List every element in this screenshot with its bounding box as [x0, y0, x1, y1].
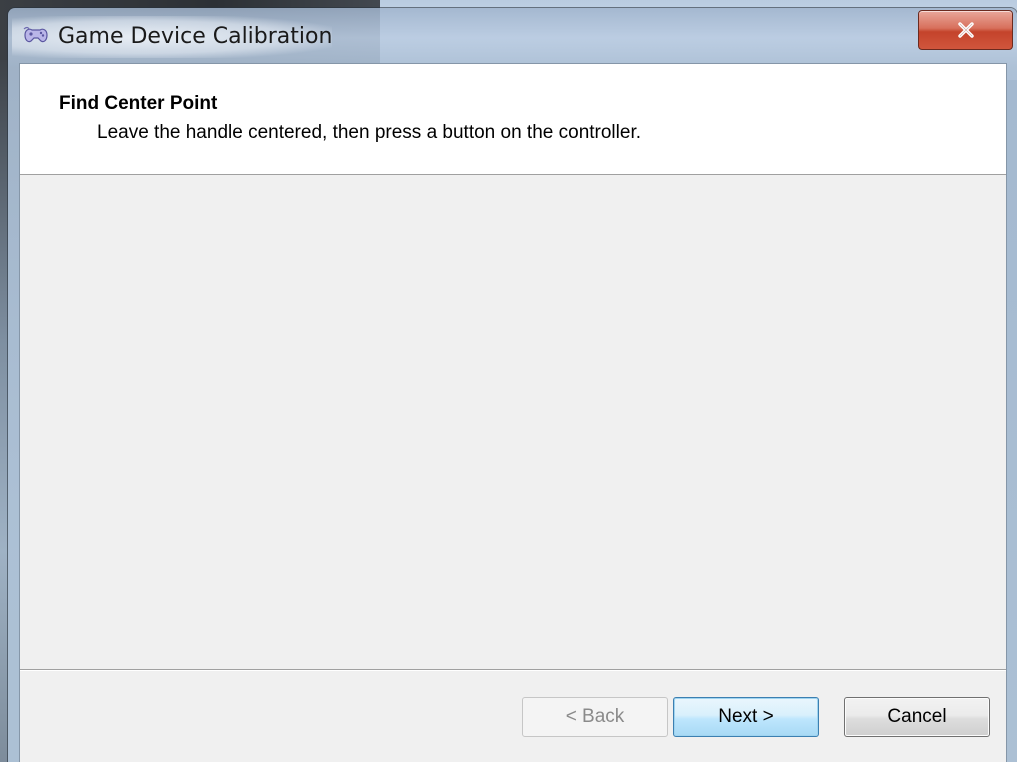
back-button[interactable]: < Back [522, 697, 668, 737]
dialog-client-area: Find Center Point Leave the handle cente… [19, 63, 1007, 762]
window-title: Game Device Calibration [58, 24, 333, 49]
next-button[interactable]: Next > [673, 697, 819, 737]
button-divider [20, 669, 1006, 671]
title-bar[interactable]: Game Device Calibration [8, 8, 1017, 63]
page-instructions: Leave the handle centered, then press a … [97, 122, 641, 143]
calibration-dialog: Game Device Calibration Find Center Poin… [8, 8, 1017, 762]
close-button[interactable] [918, 10, 1013, 50]
cancel-button[interactable]: Cancel [844, 697, 990, 737]
page-title: Find Center Point [59, 93, 218, 114]
close-icon [957, 22, 975, 38]
gamepad-icon [22, 25, 50, 47]
wizard-header: Find Center Point Leave the handle cente… [20, 64, 1006, 175]
wizard-content [20, 175, 1006, 669]
